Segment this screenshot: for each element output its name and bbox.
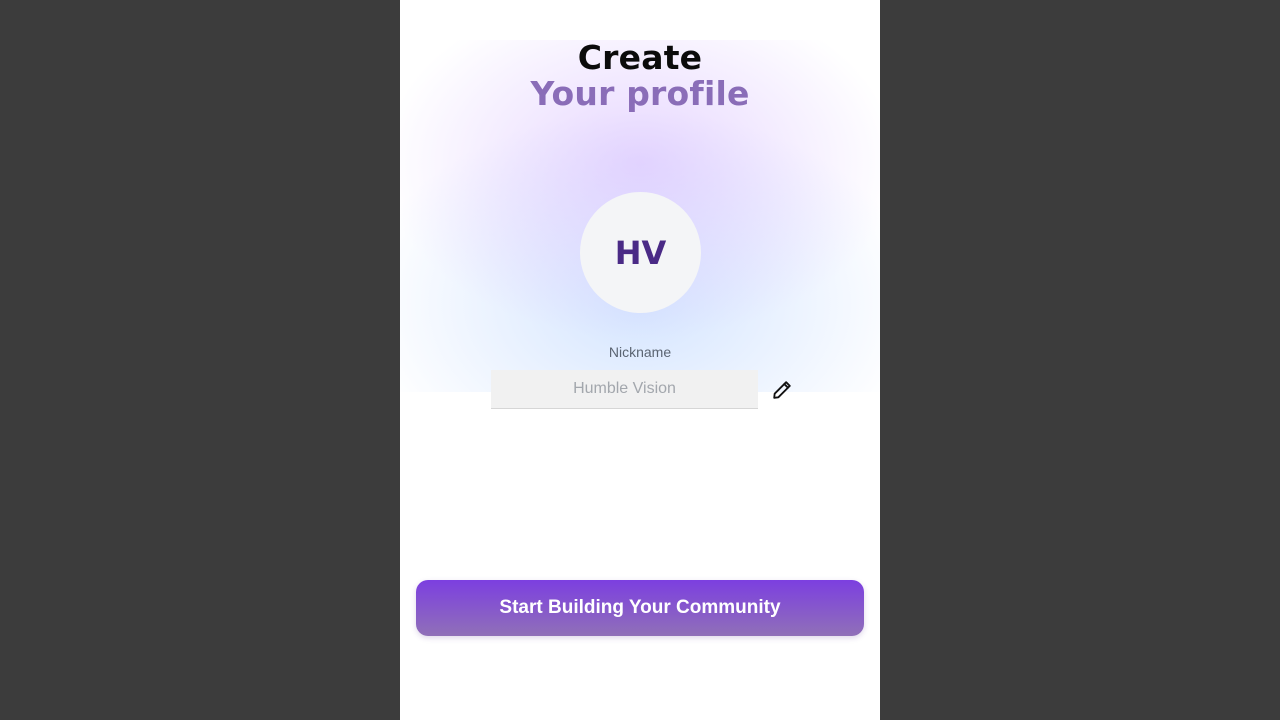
page-subtitle: Your profile bbox=[530, 74, 750, 113]
avatar[interactable]: HV bbox=[580, 192, 701, 313]
profile-screen: Create Your profile HV Nickname Start Bu… bbox=[400, 0, 880, 720]
page-title: Create bbox=[577, 38, 703, 77]
avatar-initials: HV bbox=[614, 233, 667, 272]
pencil-icon[interactable] bbox=[771, 379, 793, 401]
nickname-input[interactable] bbox=[491, 370, 758, 409]
nickname-label: Nickname bbox=[608, 344, 672, 360]
start-building-button[interactable]: Start Building Your Community bbox=[416, 580, 864, 636]
